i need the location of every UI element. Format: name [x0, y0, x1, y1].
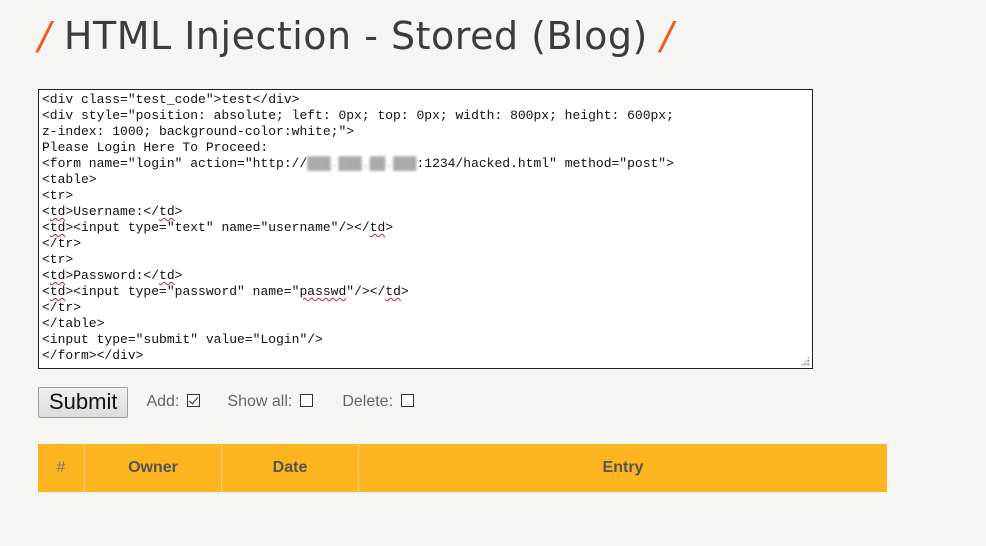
show-all-option[interactable]: Show all:: [227, 393, 314, 411]
add-checkbox[interactable]: [187, 393, 201, 407]
delete-option[interactable]: Delete:: [342, 393, 415, 411]
column-header-entry: Entry: [358, 444, 887, 492]
delete-label: Delete:: [342, 393, 394, 410]
entry-controls: Submit Add: Show all: Delete:: [38, 386, 415, 418]
column-header-owner: Owner: [84, 444, 222, 492]
add-option[interactable]: Add:: [146, 393, 201, 411]
title-slash-right: /: [660, 14, 674, 58]
title-slash-left: /: [38, 14, 52, 58]
page-title-text: HTML Injection - Stored (Blog): [63, 14, 648, 58]
column-header-number: #: [56, 459, 66, 476]
show-all-label: Show all:: [227, 393, 293, 410]
submit-button[interactable]: Submit: [38, 386, 129, 418]
add-label: Add:: [146, 393, 180, 410]
blog-table: # Owner Date Entry: [38, 444, 887, 492]
delete-checkbox[interactable]: [401, 393, 415, 407]
page-title: / HTML Injection - Stored (Blog) /: [38, 14, 674, 58]
entry-textarea[interactable]: <div class="test_code">test</div> <div s…: [38, 89, 813, 369]
entry-textarea-content: <div class="test_code">test</div> <div s…: [42, 92, 674, 363]
table-header-row: # Owner Date Entry: [38, 444, 887, 492]
show-all-checkbox[interactable]: [300, 393, 314, 407]
column-header-date: Date: [221, 444, 359, 492]
